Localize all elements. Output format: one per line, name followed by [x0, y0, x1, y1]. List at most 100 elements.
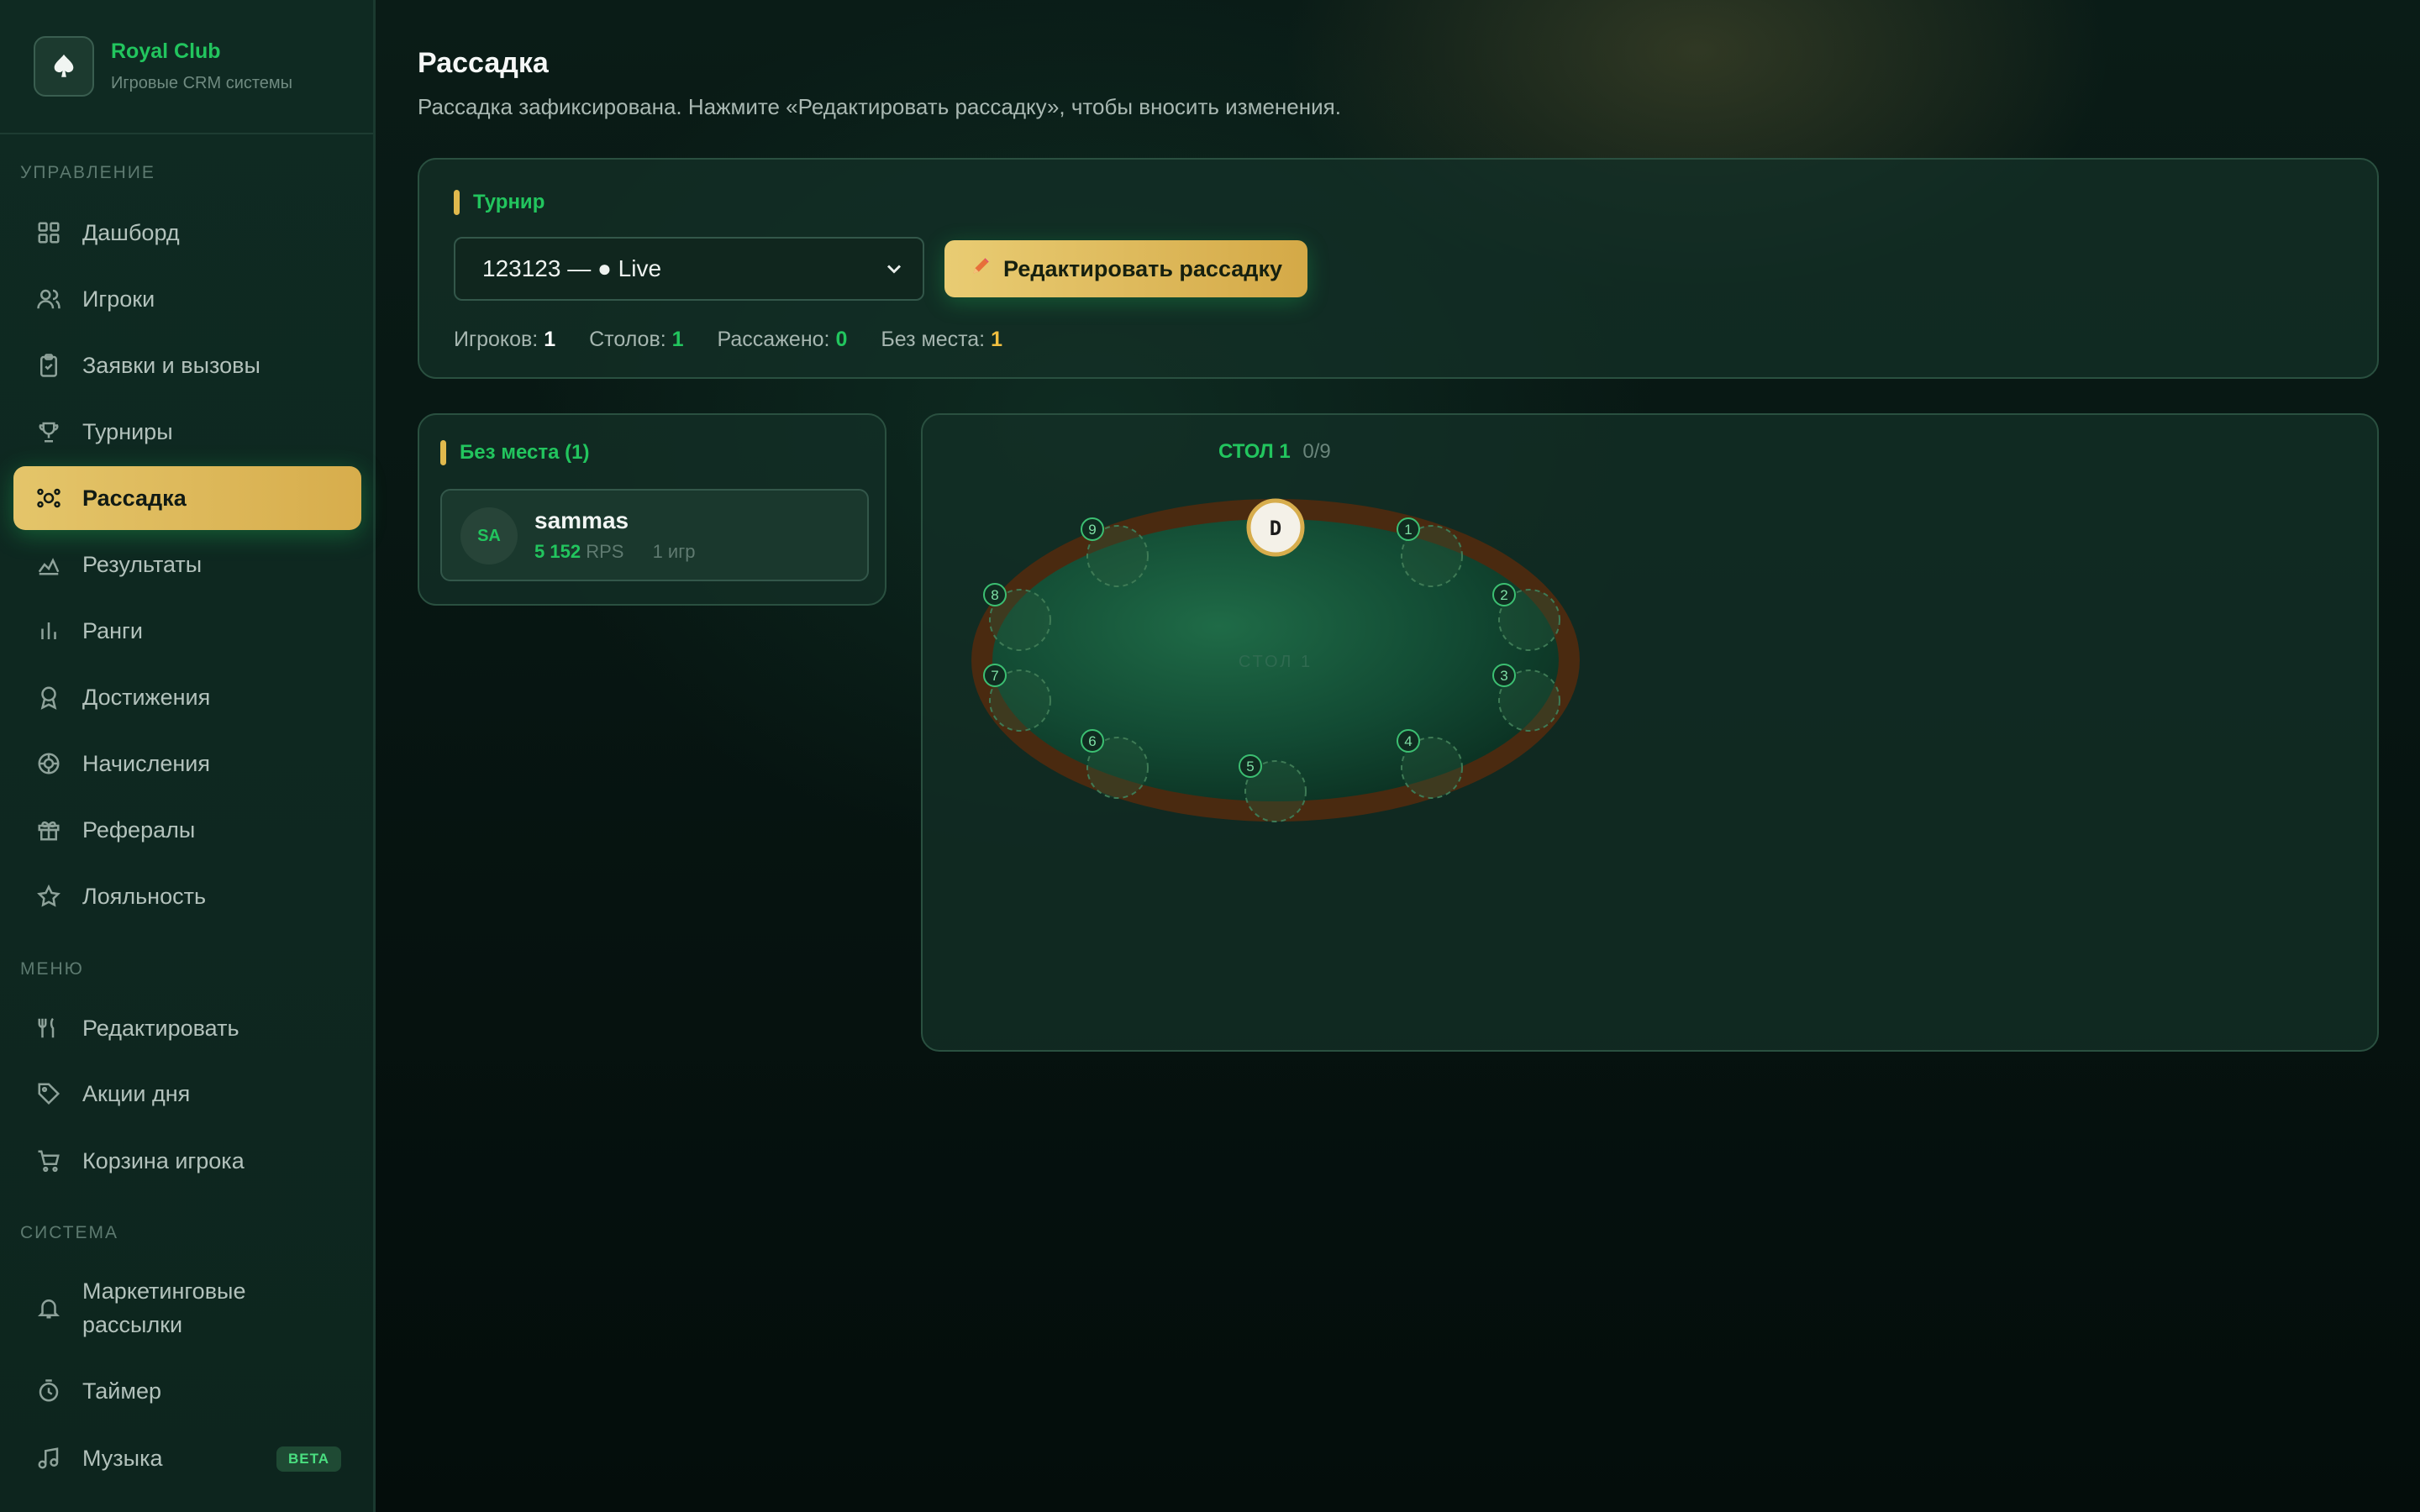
stat-unseated: Без места: 1: [881, 328, 1002, 352]
sidebar: Royal Club Игровые CRM системы УПРАВЛЕНИ…: [0, 0, 376, 1512]
seat-number: 3: [1500, 668, 1507, 684]
tag-icon: [35, 1080, 62, 1107]
player-games: 1 игр: [652, 541, 696, 562]
unseated-player[interactable]: SA sammas 5 152 RPS 1 игр: [440, 489, 869, 581]
tournament-select-value: 123123 — ● Live: [482, 255, 662, 281]
sidebar-item-ranks[interactable]: Ранги: [13, 599, 361, 663]
brand-name: Royal Club: [111, 39, 221, 63]
sidebar-item-label: Лояльность: [82, 883, 207, 909]
sidebar-item-referrals[interactable]: Рефералы: [13, 798, 361, 862]
stat-tables: Столов: 1: [589, 328, 683, 352]
sidebar-item-loyalty[interactable]: Лояльность: [13, 864, 361, 928]
page-title: Рассадка: [418, 47, 549, 79]
spade-icon: [34, 36, 94, 97]
section-label-system: СИСТЕМА: [20, 1223, 119, 1242]
sidebar-item-daily-deals[interactable]: Акции дня: [13, 1062, 361, 1126]
tournament-card: Турнир 123123 — ● Live Редактировать рас…: [418, 158, 2379, 379]
player-points: 5 152: [534, 541, 581, 562]
tournament-title: Турнир: [473, 191, 545, 213]
seat-number: 5: [1246, 759, 1254, 774]
sidebar-item-label: Рассадка: [82, 485, 187, 511]
seat-number: 2: [1500, 587, 1507, 603]
brand-subtitle: Игровые CRM системы: [111, 74, 293, 92]
seat-number: 1: [1404, 522, 1412, 538]
sidebar-item-label: Заявки и вызовы: [82, 352, 260, 378]
chevron-down-icon: [886, 265, 902, 274]
tournament-select[interactable]: 123123 — ● Live: [454, 237, 924, 301]
beta-badge: BETA: [276, 1446, 341, 1472]
table-area: СТОЛ 1 0/9 СТОЛ 1 123456789 D: [921, 413, 2379, 1052]
gift-icon: [35, 816, 62, 843]
sidebar-item-accruals[interactable]: Начисления: [13, 732, 361, 795]
sidebar-item-edit-menu[interactable]: Редактировать: [13, 996, 361, 1060]
sidebar-item-label: Музыка: [82, 1445, 163, 1471]
dealer-label: D: [1270, 517, 1281, 540]
clipboard-icon: [35, 352, 62, 379]
poker-table[interactable]: СТОЛ 1 1 2 3 4 5 6 7 8 9 D: [923, 415, 2381, 1053]
star-icon: [35, 883, 62, 910]
sidebar-item-label: Игроки: [82, 286, 155, 312]
sidebar-item-label: Рефералы: [82, 816, 196, 843]
stat-value: 0: [835, 328, 848, 351]
felt-label: СТОЛ 1: [1239, 653, 1313, 671]
sidebar-item-label: Достижения: [82, 684, 211, 710]
section-label-management: УПРАВЛЕНИЕ: [20, 163, 155, 182]
seat-number: 7: [991, 668, 998, 684]
sidebar-item-player-cart[interactable]: Корзина игрока: [13, 1129, 361, 1193]
stat-value: 1: [671, 328, 684, 351]
stat-seated: Рассажено: 0: [718, 328, 848, 352]
sidebar-item-label: Акции дня: [82, 1080, 191, 1106]
sidebar-item-label: Корзина игрока: [82, 1147, 245, 1173]
section-label-menu: МЕНЮ: [20, 959, 84, 979]
sidebar-item-achievements[interactable]: Достижения: [13, 665, 361, 729]
stat-value: 1: [991, 328, 1002, 351]
dealer-button[interactable]: D: [1246, 498, 1305, 557]
seat-number: 4: [1404, 733, 1412, 749]
edit-seating-button[interactable]: Редактировать рассадку: [944, 240, 1307, 297]
sidebar-item-requests[interactable]: Заявки и вызовы: [13, 333, 361, 397]
sidebar-item-label: Таймер: [82, 1378, 161, 1404]
sidebar-item-music[interactable]: Музыка BETA: [13, 1426, 361, 1490]
title-accent-bar: [454, 190, 460, 215]
stat-value: 1: [544, 328, 556, 351]
seat-number: 8: [991, 587, 998, 603]
sidebar-item-label: Дашборд: [82, 219, 180, 245]
sidebar-item-label: Результаты: [82, 551, 203, 577]
seat-number: 6: [1088, 733, 1096, 749]
sidebar-item-label: Турниры: [82, 418, 173, 444]
title-accent-bar: [440, 440, 446, 465]
sidebar-item-seating[interactable]: Рассадка: [13, 466, 361, 530]
users-icon: [35, 286, 62, 312]
award-icon: [35, 684, 62, 711]
sidebar-item-timer[interactable]: Таймер: [13, 1359, 361, 1423]
utensils-icon: [35, 1015, 62, 1042]
edit-seating-label: Редактировать рассадку: [1003, 255, 1282, 281]
avatar: SA: [460, 507, 518, 564]
music-icon: [35, 1445, 62, 1472]
page-subtitle: Рассадка зафиксирована. Нажмите «Редакти…: [418, 94, 1341, 119]
sidebar-item-tournaments[interactable]: Турниры: [13, 400, 361, 464]
sidebar-item-label: Редактировать: [82, 1015, 239, 1041]
sidebar-item-results[interactable]: Результаты: [13, 533, 361, 596]
sidebar-item-label: Маркетинговые рассылки: [82, 1278, 246, 1337]
unseated-card: Без места (1) SA sammas 5 152 RPS 1 игр: [418, 413, 886, 606]
sidebar-item-players[interactable]: Игроки: [13, 267, 361, 331]
brand[interactable]: Royal Club Игровые CRM системы: [0, 0, 373, 134]
stat-label: Игроков:: [454, 328, 539, 351]
stat-players: Игроков: 1: [454, 328, 555, 352]
sidebar-item-marketing[interactable]: Маркетинговые рассылки: [13, 1270, 361, 1346]
cart-icon: [35, 1147, 62, 1174]
unseated-card-title: Без места (1): [440, 440, 589, 465]
tournament-card-title: Турнир: [454, 190, 544, 215]
sidebar-item-label: Начисления: [82, 750, 210, 776]
sidebar-item-dashboard[interactable]: Дашборд: [13, 201, 361, 265]
grid-icon: [35, 219, 62, 246]
bar-chart-icon: [35, 617, 62, 644]
sidebar-item-label: Ранги: [82, 617, 143, 643]
tournament-stats: Игроков: 1 Столов: 1 Рассажено: 0 Без ме…: [454, 328, 1036, 352]
player-points-unit: RPS: [586, 541, 624, 562]
seat-number: 9: [1088, 522, 1096, 538]
player-name: sammas: [534, 507, 629, 533]
unseated-title: Без места (1): [460, 441, 590, 464]
trophy-icon: [35, 418, 62, 445]
